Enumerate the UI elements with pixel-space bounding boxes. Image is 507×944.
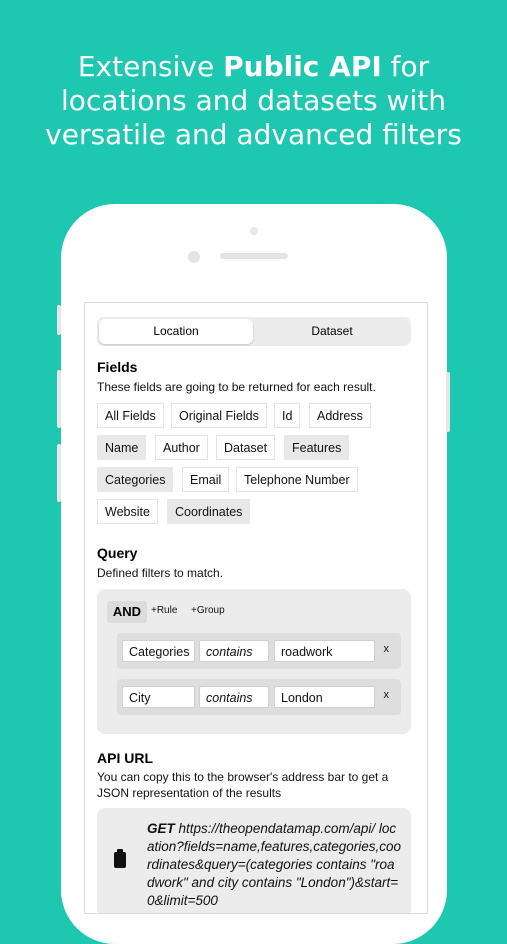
rule-field-select[interactable]: City [122, 686, 195, 708]
remove-rule-button[interactable]: x [384, 643, 390, 655]
field-chip-website[interactable]: Website [97, 499, 158, 524]
earpiece-speaker [220, 253, 288, 259]
app-screen: Location Dataset Fields These fields are… [84, 302, 428, 914]
rule-value-input[interactable]: London [274, 686, 375, 708]
front-camera [188, 251, 200, 263]
query-rule: Categories contains roadwork x [117, 633, 401, 669]
headline-line-2: locations and datasets with [61, 84, 446, 117]
field-chip-author[interactable]: Author [155, 435, 208, 460]
api-url-box[interactable]: GET https://theopendatamap.com/api/ loca… [97, 808, 411, 913]
combinator-and-button[interactable]: AND [107, 601, 147, 623]
headline-line-1: Extensive Public API for [77, 50, 430, 83]
api-url-title: API URL [97, 750, 153, 766]
fields-description: These fields are going to be returned fo… [97, 380, 376, 394]
field-chip-address[interactable]: Address [309, 403, 371, 428]
phone-mute-switch [57, 305, 61, 335]
headline: Extensive Public API for locations and d… [0, 50, 507, 152]
field-chip-coordinates[interactable]: Coordinates [167, 499, 251, 524]
phone-volume-down [57, 444, 61, 502]
query-builder: AND +Rule +Group Categories contains roa… [97, 589, 411, 734]
proximity-sensor [250, 227, 258, 235]
rule-operator-select[interactable]: contains [199, 640, 269, 662]
remove-rule-button[interactable]: x [384, 689, 390, 701]
field-chip-id[interactable]: Id [274, 403, 301, 428]
rule-value-input[interactable]: roadwork [274, 640, 375, 662]
query-description: Defined filters to match. [97, 566, 224, 580]
fields-title: Fields [97, 359, 138, 375]
clipboard-icon[interactable] [114, 849, 126, 868]
query-title: Query [97, 545, 138, 561]
rule-field-select[interactable]: Categories [122, 640, 195, 662]
field-chip-original-fields[interactable]: Original Fields [171, 403, 267, 428]
phone-volume-up [57, 370, 61, 428]
field-chip-categories[interactable]: Categories [97, 467, 174, 492]
field-chip-features[interactable]: Features [284, 435, 350, 460]
add-rule-button[interactable]: +Rule [151, 605, 177, 616]
field-chip-telephone-number[interactable]: Telephone Number [236, 467, 358, 492]
field-chip-email[interactable]: Email [182, 467, 230, 492]
api-url-description: You can copy this to the browser's addre… [97, 770, 389, 800]
segmented-control: Location Dataset [97, 317, 411, 346]
field-chip-all-fields[interactable]: All Fields [97, 403, 164, 428]
field-chip-name[interactable]: Name [97, 435, 147, 460]
field-chip-dataset[interactable]: Dataset [216, 435, 276, 460]
api-url-text[interactable]: GET https://theopendatamap.com/api/ loca… [147, 820, 402, 910]
tab-dataset[interactable]: Dataset [255, 319, 409, 344]
query-rule: City contains London x [117, 679, 401, 715]
phone-power-button [446, 372, 450, 432]
rule-operator-select[interactable]: contains [199, 686, 269, 708]
headline-line-3: versatile and advanced filters [45, 118, 462, 151]
add-group-button[interactable]: +Group [191, 605, 225, 616]
tab-location[interactable]: Location [99, 319, 253, 344]
